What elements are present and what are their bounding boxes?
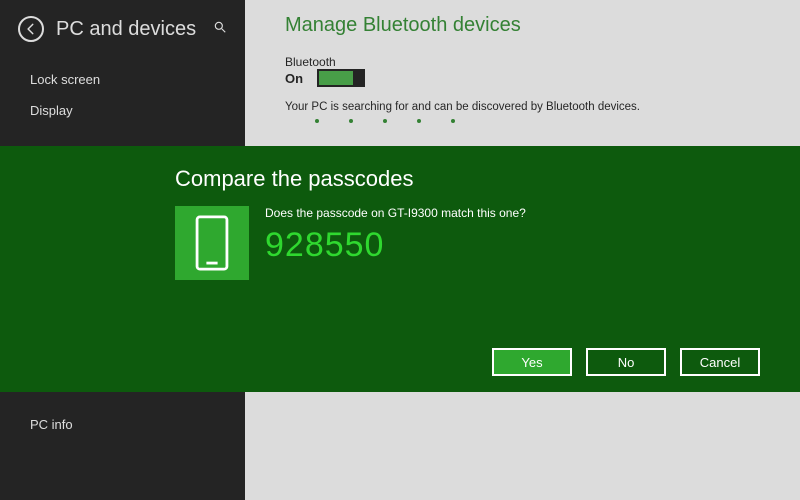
sidebar-item-label: PC info <box>30 417 73 432</box>
sidebar-header: PC and devices <box>0 0 245 44</box>
page-title: Manage Bluetooth devices <box>285 14 760 37</box>
device-tile <box>175 206 249 280</box>
sidebar-bottom: PC info <box>0 409 245 440</box>
sidebar-item-label: Lock screen <box>30 72 100 87</box>
progress-dot <box>383 119 387 123</box>
progress-dot <box>417 119 421 123</box>
toggle-knob <box>353 71 363 85</box>
progress-dot <box>315 119 319 123</box>
dialog-buttons: Yes No Cancel <box>0 348 800 376</box>
sidebar-item-label: Display <box>30 103 73 118</box>
arrow-left-icon <box>24 22 38 36</box>
yes-button[interactable]: Yes <box>492 348 572 376</box>
bluetooth-toggle[interactable] <box>317 69 365 87</box>
sidebar-item-display[interactable]: Display <box>0 95 245 126</box>
searching-dots <box>285 119 760 123</box>
button-label: No <box>618 355 635 370</box>
button-label: Cancel <box>700 355 740 370</box>
sidebar-items: Lock screen Display <box>0 44 245 126</box>
bluetooth-toggle-row: On <box>285 69 760 87</box>
search-icon <box>213 20 227 34</box>
passcode: 928550 <box>265 226 526 265</box>
progress-dot <box>451 119 455 123</box>
button-label: Yes <box>521 355 542 370</box>
sidebar-item-pc-info[interactable]: PC info <box>0 409 245 440</box>
dialog-text: Does the passcode on GT-I9300 match this… <box>249 206 526 280</box>
cancel-button[interactable]: Cancel <box>680 348 760 376</box>
progress-dot <box>349 119 353 123</box>
bluetooth-label: Bluetooth <box>285 55 760 69</box>
search-button[interactable] <box>213 20 227 39</box>
pairing-dialog: Compare the passcodes Does the passcode … <box>0 146 800 392</box>
sidebar-title: PC and devices <box>56 18 201 41</box>
bluetooth-state: On <box>285 71 303 86</box>
dialog-body: Does the passcode on GT-I9300 match this… <box>0 206 800 280</box>
dialog-question: Does the passcode on GT-I9300 match this… <box>265 206 526 220</box>
no-button[interactable]: No <box>586 348 666 376</box>
dialog-title: Compare the passcodes <box>0 166 800 192</box>
bluetooth-status-text: Your PC is searching for and can be disc… <box>285 101 760 113</box>
sidebar-item-lock-screen[interactable]: Lock screen <box>0 64 245 95</box>
back-button[interactable] <box>18 16 44 42</box>
phone-icon <box>192 215 232 271</box>
